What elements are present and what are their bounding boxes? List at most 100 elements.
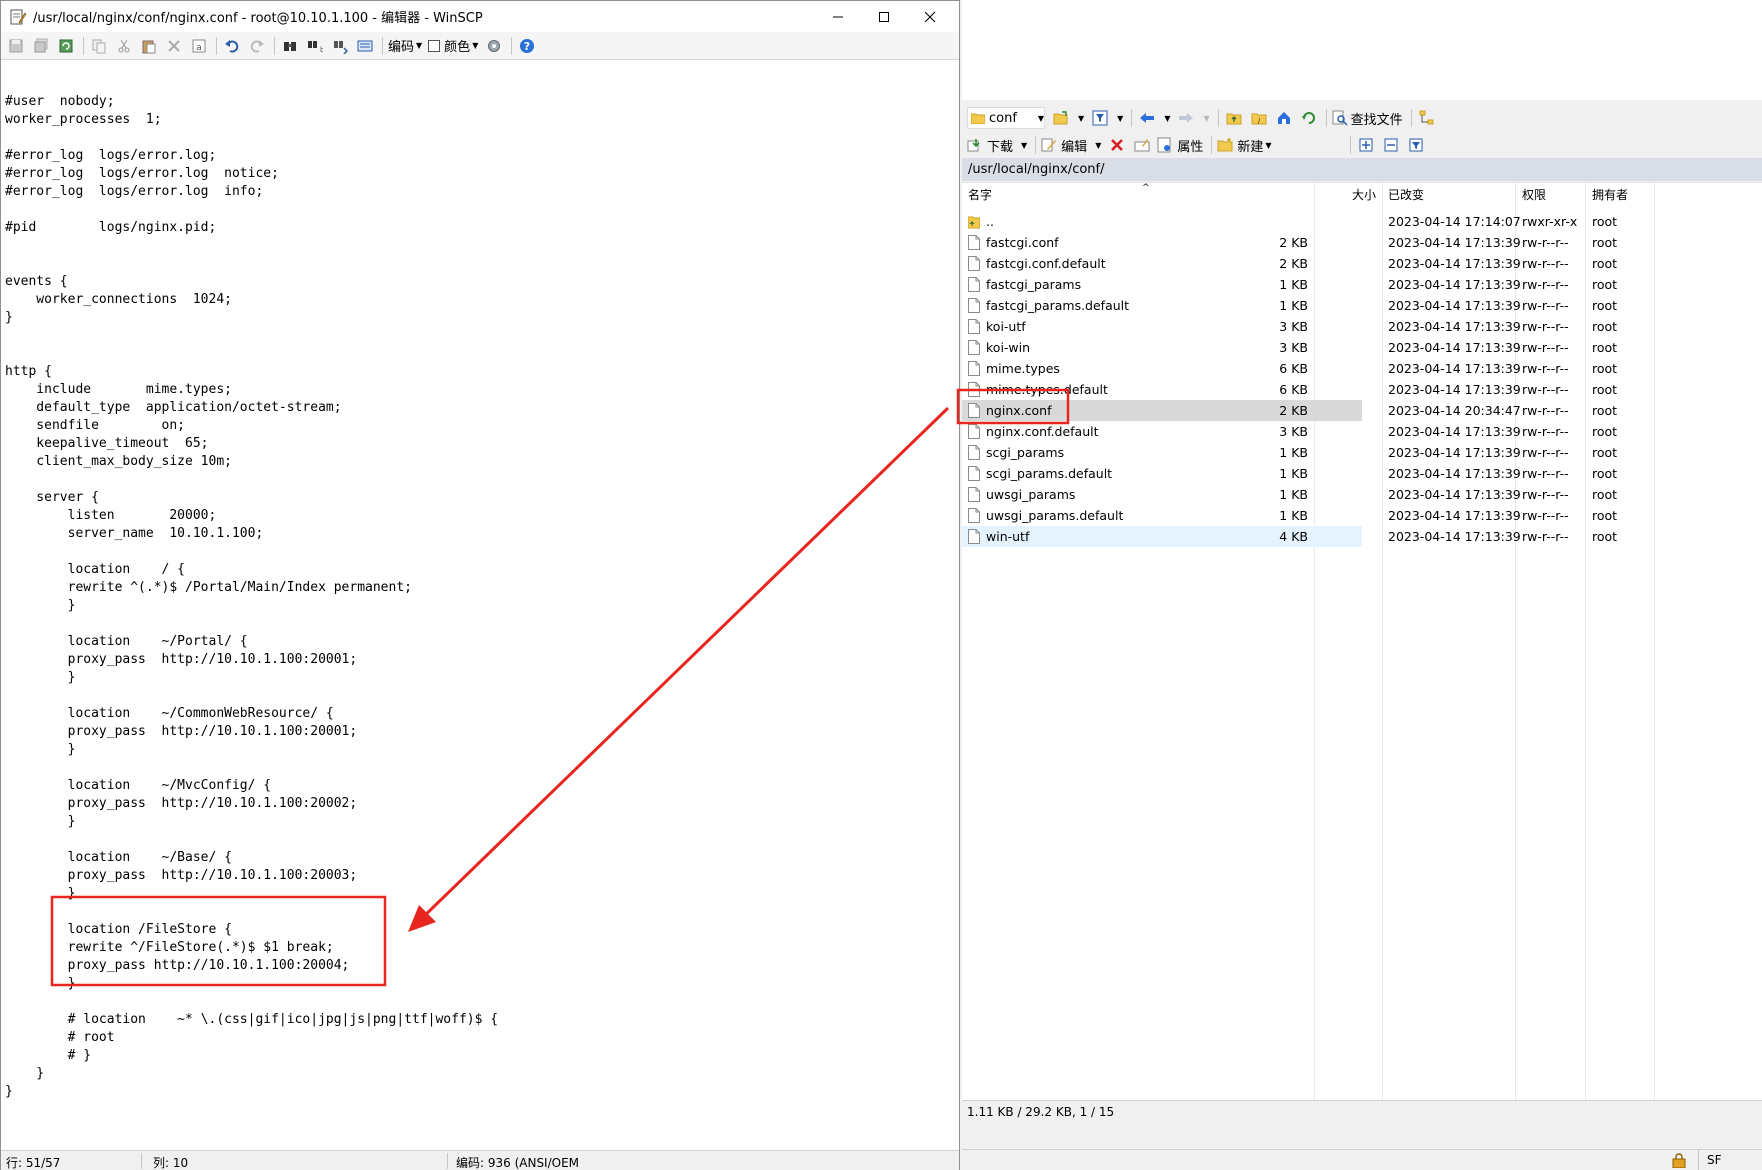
column-header-rights[interactable]: 权限 xyxy=(1522,183,1546,207)
file-row[interactable]: koi-utf 3 KB 2023-04-14 17:13:39 rw-r--r-- r… xyxy=(962,316,1762,337)
redo-button[interactable] xyxy=(247,36,267,56)
file-row[interactable]: fastcgi_params 1 KB 2023-04-14 17:13:39 rw-… xyxy=(962,274,1762,295)
filter-button[interactable] xyxy=(1090,108,1110,128)
chevron-down-icon[interactable]: ▼ xyxy=(1203,114,1209,123)
find-next-button[interactable] xyxy=(330,36,350,56)
chevron-down-icon[interactable]: ▼ xyxy=(1078,114,1084,123)
copy-icon xyxy=(92,39,106,53)
file-row[interactable]: uwsgi_params 1 KB 2023-04-14 17:13:39 rw-r-… xyxy=(962,484,1762,505)
undo-button[interactable] xyxy=(222,36,242,56)
preferences-button[interactable] xyxy=(484,36,504,56)
file-row[interactable]: uwsgi_params.default 1 KB 2023-04-14 17:13… xyxy=(962,505,1762,526)
file-rights: rw-r--r-- xyxy=(1522,529,1569,544)
column-header-owner[interactable]: 拥有者 xyxy=(1592,183,1628,207)
code-line: } xyxy=(5,598,76,613)
status-encoding: 编码: 936 (ANSI/OEM xyxy=(456,1156,580,1170)
file-row[interactable]: koi-win 3 KB 2023-04-14 17:13:39 rw-r--r-- r… xyxy=(962,337,1762,358)
toolbar-separator xyxy=(216,36,217,55)
file-icon xyxy=(968,382,980,397)
code-line: } xyxy=(5,1066,45,1081)
save-all-button[interactable] xyxy=(31,36,51,56)
encoding-dropdown[interactable]: 编码 ▼ xyxy=(388,36,422,55)
parent-dir-button[interactable] xyxy=(1224,108,1244,128)
refresh-icon xyxy=(1301,112,1315,124)
back-button[interactable] xyxy=(1137,108,1157,128)
new-folder-icon xyxy=(1217,138,1233,152)
select-all-button[interactable]: a xyxy=(189,36,209,56)
file-row[interactable]: nginx.conf 2 KB 2023-04-14 20:34:47 rw-r--r… xyxy=(962,400,1762,421)
reload-button[interactable] xyxy=(56,36,76,56)
column-header-size[interactable]: 大小 xyxy=(1352,183,1376,207)
close-button[interactable] xyxy=(907,1,953,32)
refresh-button[interactable] xyxy=(1299,108,1319,128)
reload-icon xyxy=(59,39,73,52)
chevron-down-icon[interactable]: ▼ xyxy=(1164,114,1170,123)
file-row[interactable]: fastcgi.conf 2 KB 2023-04-14 17:13:39 rw-r-… xyxy=(962,232,1762,253)
file-row[interactable]: fastcgi_params.default 1 KB 2023-04-14 17:… xyxy=(962,295,1762,316)
forward-button[interactable] xyxy=(1176,108,1196,128)
file-size: 1 KB xyxy=(1279,298,1308,313)
code-editor-area[interactable]: #user nobody; worker_processes 1; #error_l… xyxy=(5,75,955,1101)
file-row[interactable]: .. 2023-04-14 17:14:07 rwxr-xr-x root xyxy=(962,211,1762,232)
file-rights: rw-r--r-- xyxy=(1522,445,1569,460)
folder-dropdown[interactable]: conf ▼ xyxy=(967,107,1045,129)
file-row[interactable]: win-utf 4 KB 2023-04-14 17:13:39 rw-r--r-- r… xyxy=(962,526,1762,547)
file-list[interactable]: 名字 ^ 大小 已改变 权限 拥有者 .. 2023-04-14 17:14:07… xyxy=(962,182,1762,1101)
maximize-icon xyxy=(879,11,889,22)
column-header-name[interactable]: 名字 xyxy=(968,183,992,207)
properties-button[interactable]: 属性 xyxy=(1157,136,1203,155)
color-dropdown[interactable]: 颜色 ▼ xyxy=(428,36,478,55)
filter-files-button[interactable] xyxy=(1406,135,1426,155)
download-button[interactable]: 下载 ▼ xyxy=(967,136,1027,155)
edit-button[interactable]: 编辑 ▼ xyxy=(1041,136,1101,155)
goto-line-button[interactable] xyxy=(355,36,375,56)
file-row[interactable]: nginx.conf.default 3 KB 2023-04-14 17:13:3… xyxy=(962,421,1762,442)
rename-button[interactable] xyxy=(1132,135,1152,155)
unselect-files-button[interactable] xyxy=(1381,135,1401,155)
file-name: uwsgi_params xyxy=(986,487,1076,502)
lock-icon xyxy=(1672,1153,1686,1168)
svg-text:?: ? xyxy=(524,40,530,53)
file-icon xyxy=(968,277,980,292)
code-line: keepalive_timeout 65; xyxy=(5,436,209,451)
file-row[interactable]: scgi_params.default 1 KB 2023-04-14 17:13:… xyxy=(962,463,1762,484)
find-files-button[interactable]: 查找文件 xyxy=(1332,109,1403,128)
column-header-modified[interactable]: 已改变 xyxy=(1388,183,1424,207)
new-button[interactable]: 新建 ▼ xyxy=(1217,136,1272,155)
minimize-button[interactable] xyxy=(815,1,861,32)
tree-toggle-button[interactable] xyxy=(1417,108,1437,128)
root-dir-button[interactable]: / xyxy=(1249,108,1269,128)
file-row[interactable]: fastcgi.conf.default 2 KB 2023-04-14 17:13… xyxy=(962,253,1762,274)
chevron-down-icon[interactable]: ▼ xyxy=(1117,114,1123,123)
delete-file-button[interactable] xyxy=(1107,135,1127,155)
open-folder-button[interactable] xyxy=(1051,108,1071,128)
file-rights: rw-r--r-- xyxy=(1522,256,1569,271)
paste-button[interactable] xyxy=(139,36,159,56)
cut-button[interactable] xyxy=(114,36,134,56)
help-button[interactable]: ? xyxy=(517,36,537,56)
file-row[interactable]: scgi_params 1 KB 2023-04-14 17:13:39 rw-r--… xyxy=(962,442,1762,463)
file-icon xyxy=(968,445,980,460)
binoculars-icon xyxy=(284,41,296,51)
select-files-button[interactable] xyxy=(1356,135,1376,155)
file-name: .. xyxy=(986,214,994,229)
maximize-button[interactable] xyxy=(861,1,907,32)
delete-button[interactable] xyxy=(164,36,184,56)
color-label: 颜色 xyxy=(444,40,471,55)
file-size: 1 KB xyxy=(1279,487,1308,502)
copy-button[interactable] xyxy=(89,36,109,56)
home-dir-button[interactable] xyxy=(1274,108,1294,128)
status-divider xyxy=(1698,1150,1699,1170)
file-size: 2 KB xyxy=(1279,256,1308,271)
file-row[interactable]: mime.types 6 KB 2023-04-14 17:13:39 rw-r--r… xyxy=(962,358,1762,379)
replace-button[interactable]: b xyxy=(305,36,325,56)
plus-box-icon xyxy=(1359,138,1373,152)
chevron-down-icon: ▼ xyxy=(1095,140,1102,150)
save-button[interactable] xyxy=(6,36,26,56)
file-row[interactable]: mime.types.default 6 KB 2023-04-14 17:13:3… xyxy=(962,379,1762,400)
find-button[interactable] xyxy=(280,36,300,56)
editor-titlebar[interactable]: /usr/local/nginx/conf/nginx.conf - root@… xyxy=(1,1,959,32)
